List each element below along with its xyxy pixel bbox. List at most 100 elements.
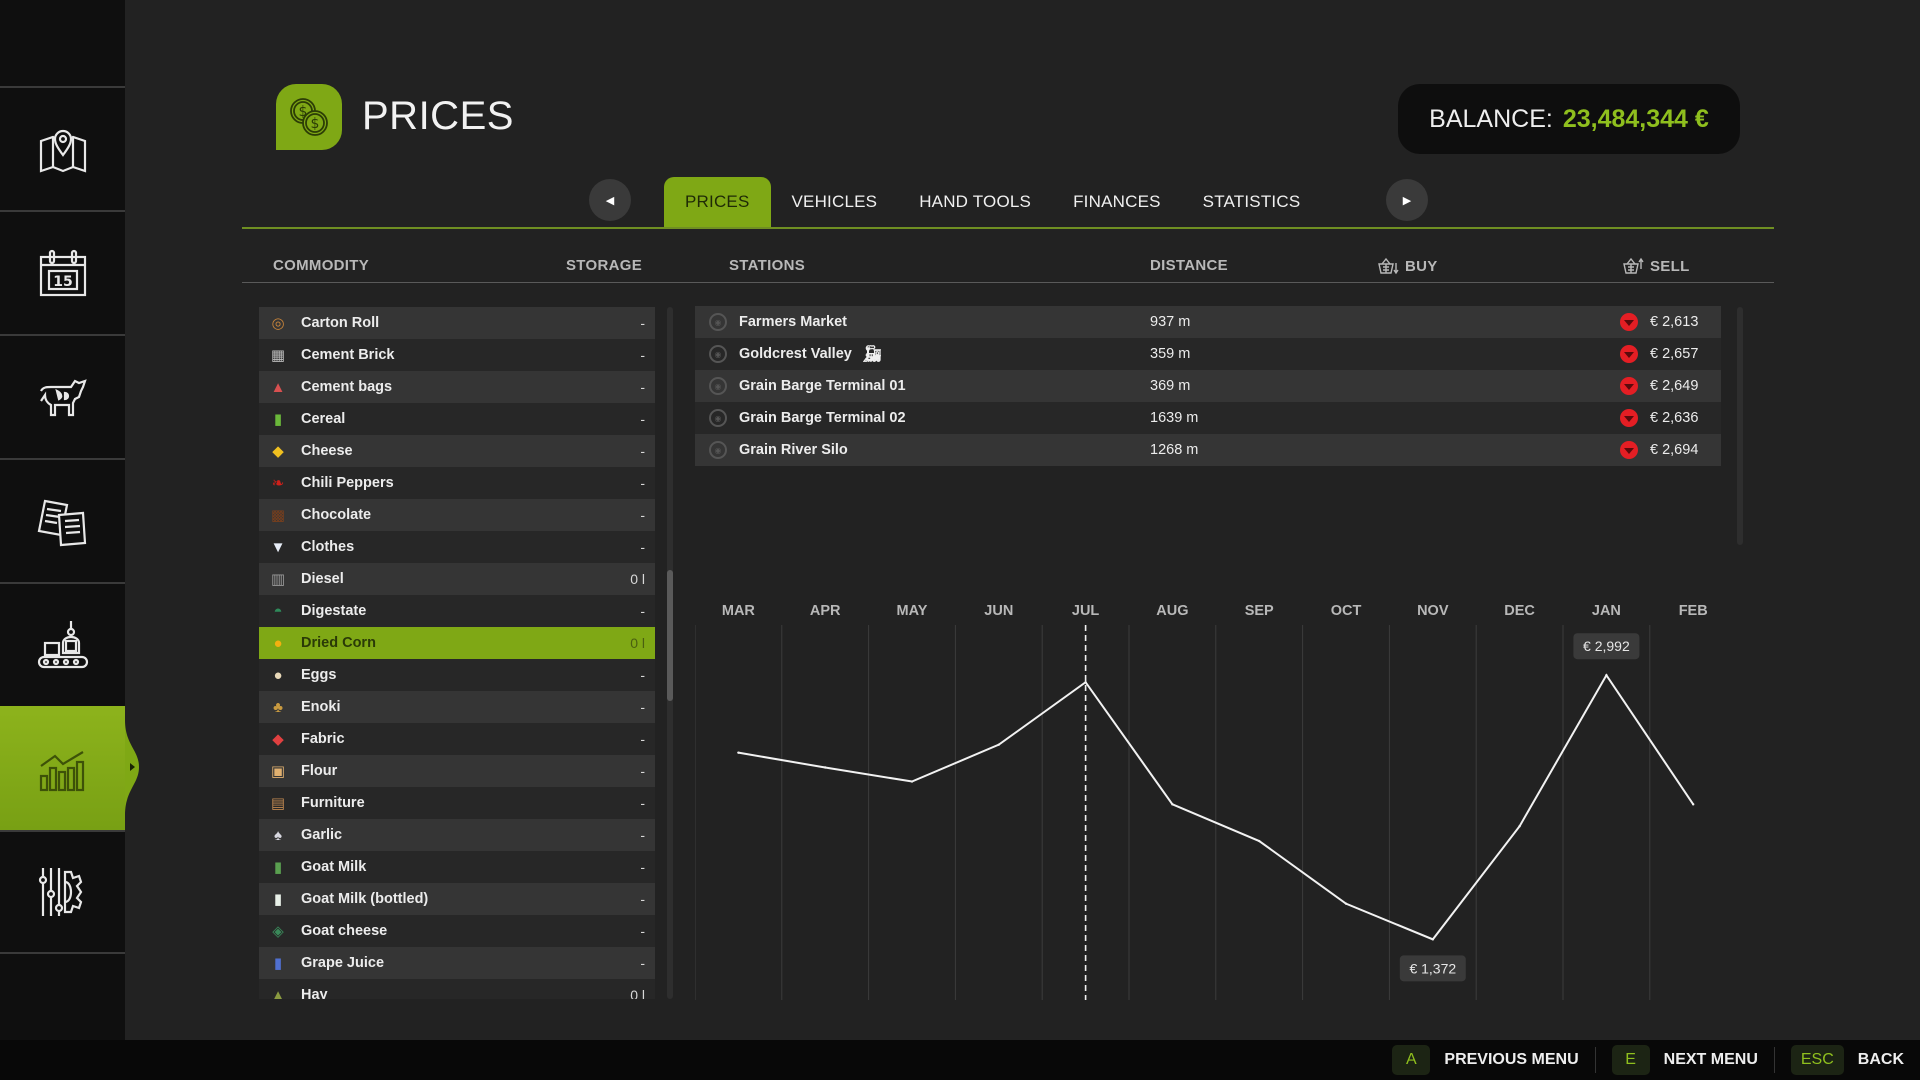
commodity-row[interactable]: ❧ Chili Peppers - <box>259 467 655 499</box>
commodity-name: Fabric <box>301 731 345 747</box>
commodity-storage: - <box>640 411 645 427</box>
commodity-name: Garlic <box>301 827 343 843</box>
commodity-row[interactable]: ▩ Chocolate - <box>259 499 655 531</box>
tab-statistics[interactable]: STATISTICS <box>1182 177 1322 227</box>
commodity-name: Cement Brick <box>301 347 395 363</box>
station-name: Farmers Market <box>739 314 847 330</box>
commodity-storage: - <box>640 923 645 939</box>
station-name-cell: Farmers Market <box>739 314 1159 330</box>
station-name-cell: Goldcrest Valley 🚂︎ <box>739 344 1159 364</box>
furniture-icon: ▤ <box>270 795 286 812</box>
commodity-name: Goat cheese <box>301 923 388 939</box>
hotspot-icon[interactable]: ◉ <box>709 345 727 363</box>
previous-menu-hint[interactable]: A PREVIOUS MENU <box>1392 1045 1579 1075</box>
next-tab-button[interactable]: ▶ <box>1386 179 1428 221</box>
hint-separator <box>1773 1047 1775 1073</box>
station-row[interactable]: ◉ Farmers Market 937 m € 2,613 <box>695 306 1721 338</box>
month-label-aug: AUG <box>1156 603 1188 619</box>
commodity-row[interactable]: ● Dried Corn 0 l <box>259 627 655 659</box>
commodity-scrollbar[interactable] <box>667 307 673 999</box>
data-point-aug <box>1171 803 1174 806</box>
tab-finances[interactable]: FINANCES <box>1052 177 1182 227</box>
sidebar-item-calendar[interactable]: 15 <box>0 210 125 334</box>
month-label-mar: MAR <box>722 603 756 619</box>
tab-bar: PRICES VEHICLES HAND TOOLS FINANCES STAT… <box>664 177 1321 227</box>
sidebar-item-settings[interactable] <box>0 830 125 954</box>
commodity-row[interactable]: ▣ Flour - <box>259 755 655 787</box>
fabric-icon: ◆ <box>272 731 284 748</box>
sidebar-item-production[interactable] <box>0 582 125 706</box>
trend-down-icon <box>1620 377 1638 395</box>
station-row[interactable]: ◉ Grain Barge Terminal 02 1639 m € 2,636 <box>695 402 1721 434</box>
tab-divider <box>242 227 1774 229</box>
sidebar-item-animals[interactable] <box>0 334 125 458</box>
trend-down-icon <box>1620 345 1638 363</box>
sidebar-item-contracts[interactable] <box>0 458 125 582</box>
station-sell-price: € 2,694 <box>1650 442 1699 458</box>
commodity-row[interactable]: ◎ Carton Roll - <box>259 307 655 339</box>
next-menu-hint[interactable]: E NEXT MENU <box>1611 1045 1758 1075</box>
station-row[interactable]: ◉ Grain River Silo 1268 m € 2,694 <box>695 434 1721 466</box>
commodity-row[interactable]: ▦ Cement Brick - <box>259 339 655 371</box>
data-point-sep <box>1258 839 1261 843</box>
commodity-storage: - <box>640 795 645 811</box>
svg-text:15: 15 <box>53 274 72 290</box>
commodity-name: Chili Peppers <box>301 475 394 491</box>
station-row[interactable]: ◉ Goldcrest Valley 🚂︎ 359 m € 2,657 <box>695 338 1721 370</box>
commodity-row[interactable]: ▲ Cement bags - <box>259 371 655 403</box>
station-distance: 369 m <box>1150 378 1191 394</box>
sidebar-item-map[interactable] <box>0 86 125 210</box>
dried-corn-icon: ● <box>273 634 283 652</box>
previous-tab-button[interactable]: ◀ <box>589 179 631 221</box>
diesel-icon: ▥ <box>270 571 286 588</box>
sidebar-item-prices[interactable] <box>0 706 125 830</box>
stations-scrollbar[interactable] <box>1737 307 1743 545</box>
commodity-storage: - <box>640 667 645 683</box>
tab-vehicles[interactable]: VEHICLES <box>771 177 899 227</box>
train-icon: 🚂︎ <box>861 346 883 363</box>
commodity-storage: - <box>640 315 645 331</box>
back-hint[interactable]: ESC BACK <box>1790 1045 1904 1075</box>
station-name: Goldcrest Valley <box>739 346 852 362</box>
station-row[interactable]: ◉ Grain Barge Terminal 01 369 m € 2,649 <box>695 370 1721 402</box>
commodity-row[interactable]: ◆ Cheese - <box>259 435 655 467</box>
hotspot-icon[interactable]: ◉ <box>709 409 727 427</box>
commodity-storage: - <box>640 827 645 843</box>
commodity-row[interactable]: ▥ Diesel 0 l <box>259 563 655 595</box>
column-header-storage: STORAGE <box>566 257 643 274</box>
commodity-row[interactable]: ♣ Enoki - <box>259 691 655 723</box>
month-label-dec: DEC <box>1504 603 1535 619</box>
commodity-row[interactable]: ♠ Garlic - <box>259 819 655 851</box>
goat-milk-bottled-icon: ▮ <box>273 891 283 908</box>
prices-logo: $ $ <box>276 84 342 150</box>
hotspot-icon[interactable]: ◉ <box>709 313 727 331</box>
commodity-row[interactable]: ◆ Fabric - <box>259 723 655 755</box>
station-distance: 1639 m <box>1150 410 1199 426</box>
data-point-jan <box>1605 674 1608 677</box>
station-sell-price: € 2,657 <box>1650 346 1699 362</box>
coins-icon: $ $ <box>290 98 328 136</box>
commodity-row[interactable]: ▤ Furniture - <box>259 787 655 819</box>
commodity-row[interactable]: ▼ Clothes - <box>259 531 655 563</box>
commodity-row[interactable]: ▮ Goat Milk (bottled) - <box>259 883 655 915</box>
hotspot-icon[interactable]: ◉ <box>709 377 727 395</box>
tab-prices[interactable]: PRICES <box>664 177 771 227</box>
digestate-icon: ◓ <box>273 602 283 620</box>
commodity-scrollbar-thumb[interactable] <box>667 569 673 702</box>
prices-screen: 15 $ $ PRICES BALANCE: 23,484,344 € ◀ PR… <box>0 0 1920 1080</box>
price-chart-svg: MAR APR MAY JUN JUL AUG SEP OCT NOV DEC JAN FEB € 2,… <box>694 603 1738 1000</box>
commodity-row[interactable]: ▲ Hay 0 l <box>259 979 655 999</box>
commodity-row[interactable]: ▮ Cereal - <box>259 403 655 435</box>
commodity-storage: - <box>640 603 645 619</box>
commodity-row[interactable]: ▮ Goat Milk - <box>259 851 655 883</box>
settings-icon <box>38 868 82 916</box>
commodity-row[interactable]: ◓ Digestate - <box>259 595 655 627</box>
commodity-row[interactable]: ● Eggs - <box>259 659 655 691</box>
commodity-row[interactable]: ◈ Goat cheese - <box>259 915 655 947</box>
tab-hand-tools[interactable]: HAND TOOLS <box>898 177 1052 227</box>
commodity-row[interactable]: ▮ Grape Juice - <box>259 947 655 979</box>
key-esc: ESC <box>1790 1045 1844 1075</box>
column-header-buy: BUY <box>1377 257 1438 275</box>
column-header-stations: STATIONS <box>729 257 806 274</box>
hotspot-icon[interactable]: ◉ <box>709 441 727 459</box>
